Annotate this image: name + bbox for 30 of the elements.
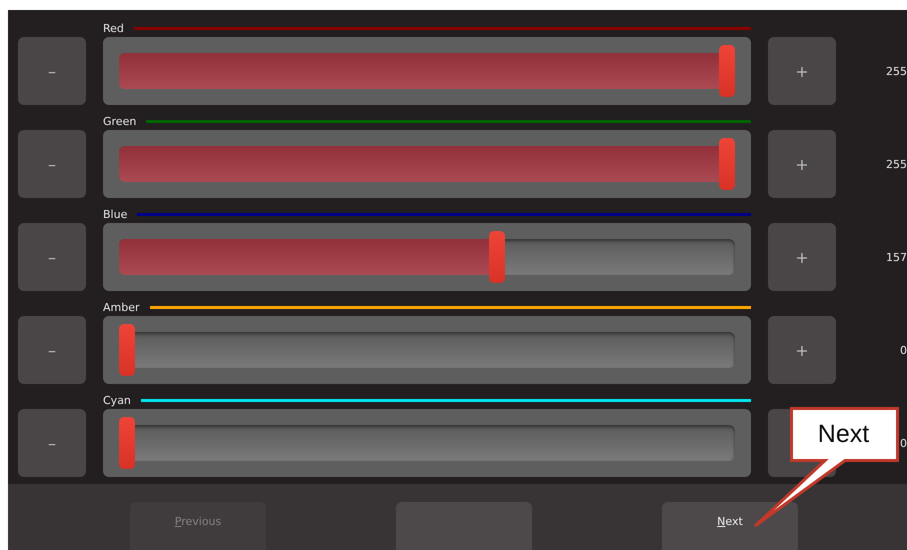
minus-button[interactable]: – xyxy=(18,37,86,105)
channel-label: Red xyxy=(103,22,124,34)
slider-thumb[interactable] xyxy=(719,45,735,97)
minus-button[interactable]: – xyxy=(18,316,86,384)
channel-label: Blue xyxy=(103,208,128,220)
slider-thumb[interactable] xyxy=(719,138,735,190)
channel-value: 0 xyxy=(900,344,907,356)
slider-thumb[interactable] xyxy=(119,417,135,469)
slider-thumb[interactable] xyxy=(488,231,505,283)
plus-button[interactable]: + xyxy=(768,223,836,291)
channel-label: Amber xyxy=(103,300,140,314)
channel-value: 255 xyxy=(886,64,907,78)
channel-label: Green xyxy=(103,114,136,128)
channel-value: 255 xyxy=(886,158,907,170)
channel-label: Cyan xyxy=(103,394,131,406)
slider[interactable] xyxy=(119,417,735,469)
slider-thumb[interactable] xyxy=(119,324,135,376)
minus-button[interactable]: – xyxy=(18,130,86,198)
slider[interactable] xyxy=(119,45,735,97)
minus-button[interactable]: – xyxy=(18,223,86,291)
channel-value: 0 xyxy=(900,436,907,450)
channel-value: 157 xyxy=(886,250,907,264)
plus-button[interactable]: + xyxy=(768,316,836,384)
slider[interactable] xyxy=(119,324,735,376)
minus-button[interactable]: – xyxy=(18,409,86,477)
nav-button[interactable]: Next xyxy=(662,502,798,550)
slider[interactable] xyxy=(119,138,735,190)
plus-button[interactable]: + xyxy=(768,37,836,105)
slider[interactable] xyxy=(119,231,735,283)
plus-button[interactable]: + xyxy=(768,130,836,198)
